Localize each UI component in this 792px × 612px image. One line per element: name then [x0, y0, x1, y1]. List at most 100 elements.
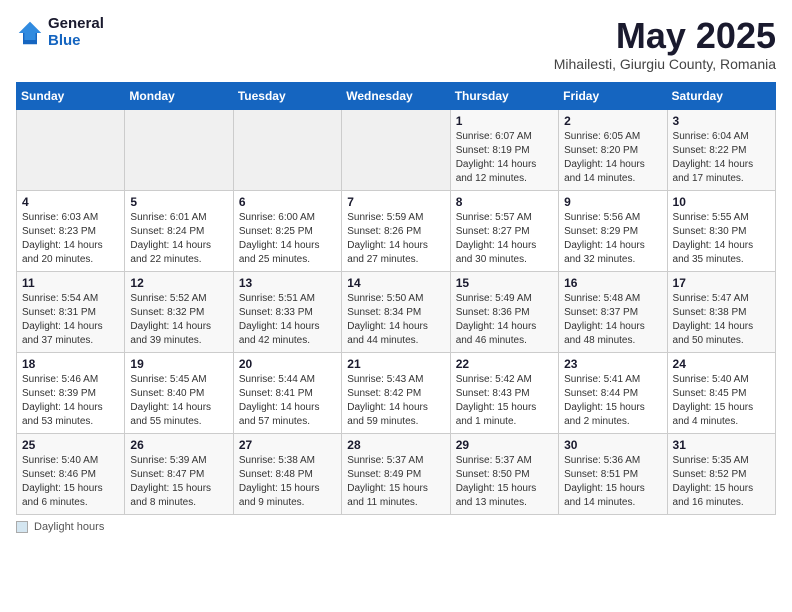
day-info: Sunrise: 6:07 AM Sunset: 8:19 PM Dayligh…: [456, 130, 553, 186]
logo-text: General Blue: [48, 16, 104, 49]
day-info: Sunrise: 5:42 AM Sunset: 8:43 PM Dayligh…: [456, 373, 553, 429]
logo-icon: [16, 19, 44, 47]
calendar-cell: 4 Sunrise: 6:03 AM Sunset: 8:23 PM Daylig…: [17, 190, 125, 271]
calendar-cell: 2 Sunrise: 6:05 AM Sunset: 8:20 PM Daylig…: [559, 109, 667, 190]
day-number: 10: [673, 195, 770, 209]
day-info: Sunrise: 5:54 AM Sunset: 8:31 PM Dayligh…: [22, 292, 119, 348]
month-title: May 2025: [554, 16, 776, 56]
day-number: 30: [564, 438, 661, 452]
day-info: Sunrise: 5:49 AM Sunset: 8:36 PM Dayligh…: [456, 292, 553, 348]
calendar-cell: [233, 109, 341, 190]
calendar-cell: 16 Sunrise: 5:48 AM Sunset: 8:37 PM Dayli…: [559, 271, 667, 352]
calendar-cell: 3Sunrise: 6:04 AM Sunset: 8:22 PM Daylig…: [667, 109, 775, 190]
day-number: 23: [564, 357, 661, 371]
day-info: Sunrise: 6:01 AM Sunset: 8:24 PM Dayligh…: [130, 211, 227, 267]
day-info: Sunrise: 5:40 AM Sunset: 8:45 PM Dayligh…: [673, 373, 770, 429]
calendar-cell: 30 Sunrise: 5:36 AM Sunset: 8:51 PM Dayli…: [559, 433, 667, 514]
calendar-cell: 23Sunrise: 5:41 AM Sunset: 8:44 PM Dayli…: [559, 352, 667, 433]
calendar-cell: 26 Sunrise: 5:39 AM Sunset: 8:47 PM Dayli…: [125, 433, 233, 514]
day-number: 16: [564, 276, 661, 290]
calendar-cell: 1 Sunrise: 6:07 AM Sunset: 8:19 PM Daylig…: [450, 109, 558, 190]
calendar-cell: 22Sunrise: 5:42 AM Sunset: 8:43 PM Dayli…: [450, 352, 558, 433]
calendar-cell: 25Sunrise: 5:40 AM Sunset: 8:46 PM Dayli…: [17, 433, 125, 514]
calendar-cell: 5 Sunrise: 6:01 AM Sunset: 8:24 PM Daylig…: [125, 190, 233, 271]
day-info: Sunrise: 5:35 AM Sunset: 8:52 PM Dayligh…: [673, 454, 770, 510]
calendar-cell: [17, 109, 125, 190]
day-number: 19: [130, 357, 227, 371]
calendar-cell: [125, 109, 233, 190]
day-info: Sunrise: 5:36 AM Sunset: 8:51 PM Dayligh…: [564, 454, 661, 510]
day-number: 24: [673, 357, 770, 371]
calendar-header-row: SundayMondayTuesdayWednesdayThursdayFrid…: [17, 82, 776, 109]
calendar-cell: 21Sunrise: 5:43 AM Sunset: 8:42 PM Dayli…: [342, 352, 450, 433]
calendar-week-0: 1 Sunrise: 6:07 AM Sunset: 8:19 PM Daylig…: [17, 109, 776, 190]
calendar-cell: [342, 109, 450, 190]
day-number: 15: [456, 276, 553, 290]
day-number: 28: [347, 438, 444, 452]
calendar-cell: 7Sunrise: 5:59 AM Sunset: 8:26 PM Daylig…: [342, 190, 450, 271]
day-info: Sunrise: 5:39 AM Sunset: 8:47 PM Dayligh…: [130, 454, 227, 510]
calendar-cell: 27Sunrise: 5:38 AM Sunset: 8:48 PM Dayli…: [233, 433, 341, 514]
day-info: Sunrise: 6:00 AM Sunset: 8:25 PM Dayligh…: [239, 211, 336, 267]
day-info: Sunrise: 5:45 AM Sunset: 8:40 PM Dayligh…: [130, 373, 227, 429]
day-info: Sunrise: 5:37 AM Sunset: 8:50 PM Dayligh…: [456, 454, 553, 510]
day-number: 3: [673, 114, 770, 128]
day-number: 26: [130, 438, 227, 452]
calendar-week-1: 4 Sunrise: 6:03 AM Sunset: 8:23 PM Daylig…: [17, 190, 776, 271]
day-number: 18: [22, 357, 119, 371]
calendar-cell: 10 Sunrise: 5:55 AM Sunset: 8:30 PM Dayli…: [667, 190, 775, 271]
day-info: Sunrise: 5:56 AM Sunset: 8:29 PM Dayligh…: [564, 211, 661, 267]
day-info: Sunrise: 5:50 AM Sunset: 8:34 PM Dayligh…: [347, 292, 444, 348]
title-block: May 2025 Mihailesti, Giurgiu County, Rom…: [554, 16, 776, 72]
day-info: Sunrise: 5:55 AM Sunset: 8:30 PM Dayligh…: [673, 211, 770, 267]
day-info: Sunrise: 5:37 AM Sunset: 8:49 PM Dayligh…: [347, 454, 444, 510]
day-number: 2: [564, 114, 661, 128]
calendar-header-sunday: Sunday: [17, 82, 125, 109]
day-info: Sunrise: 5:48 AM Sunset: 8:37 PM Dayligh…: [564, 292, 661, 348]
day-info: Sunrise: 5:51 AM Sunset: 8:33 PM Dayligh…: [239, 292, 336, 348]
subtitle: Mihailesti, Giurgiu County, Romania: [554, 56, 776, 72]
calendar-header-monday: Monday: [125, 82, 233, 109]
day-number: 17: [673, 276, 770, 290]
calendar-cell: 29Sunrise: 5:37 AM Sunset: 8:50 PM Dayli…: [450, 433, 558, 514]
day-info: Sunrise: 6:05 AM Sunset: 8:20 PM Dayligh…: [564, 130, 661, 186]
day-info: Sunrise: 5:57 AM Sunset: 8:27 PM Dayligh…: [456, 211, 553, 267]
calendar-cell: 18 Sunrise: 5:46 AM Sunset: 8:39 PM Dayli…: [17, 352, 125, 433]
day-number: 7: [347, 195, 444, 209]
day-number: 11: [22, 276, 119, 290]
day-info: Sunrise: 5:47 AM Sunset: 8:38 PM Dayligh…: [673, 292, 770, 348]
day-number: 4: [22, 195, 119, 209]
header: General Blue May 2025 Mihailesti, Giurgi…: [16, 16, 776, 72]
calendar-cell: 15 Sunrise: 5:49 AM Sunset: 8:36 PM Dayli…: [450, 271, 558, 352]
day-info: Sunrise: 5:52 AM Sunset: 8:32 PM Dayligh…: [130, 292, 227, 348]
calendar-week-3: 18 Sunrise: 5:46 AM Sunset: 8:39 PM Dayli…: [17, 352, 776, 433]
day-number: 5: [130, 195, 227, 209]
day-info: Sunrise: 5:46 AM Sunset: 8:39 PM Dayligh…: [22, 373, 119, 429]
day-number: 31: [673, 438, 770, 452]
day-number: 12: [130, 276, 227, 290]
calendar-header-friday: Friday: [559, 82, 667, 109]
day-number: 1: [456, 114, 553, 128]
footer-dot: [16, 521, 28, 533]
calendar-cell: 12 Sunrise: 5:52 AM Sunset: 8:32 PM Dayli…: [125, 271, 233, 352]
calendar-cell: 19 Sunrise: 5:45 AM Sunset: 8:40 PM Dayli…: [125, 352, 233, 433]
day-info: Sunrise: 5:38 AM Sunset: 8:48 PM Dayligh…: [239, 454, 336, 510]
calendar-cell: 8Sunrise: 5:57 AM Sunset: 8:27 PM Daylig…: [450, 190, 558, 271]
day-info: Sunrise: 5:44 AM Sunset: 8:41 PM Dayligh…: [239, 373, 336, 429]
day-number: 9: [564, 195, 661, 209]
calendar-cell: 13 Sunrise: 5:51 AM Sunset: 8:33 PM Dayli…: [233, 271, 341, 352]
day-number: 14: [347, 276, 444, 290]
day-number: 6: [239, 195, 336, 209]
calendar-cell: 11 Sunrise: 5:54 AM Sunset: 8:31 PM Dayli…: [17, 271, 125, 352]
footer-note: Daylight hours: [16, 521, 776, 533]
calendar-header-wednesday: Wednesday: [342, 82, 450, 109]
day-info: Sunrise: 6:03 AM Sunset: 8:23 PM Dayligh…: [22, 211, 119, 267]
day-info: Sunrise: 5:43 AM Sunset: 8:42 PM Dayligh…: [347, 373, 444, 429]
logo: General Blue: [16, 16, 104, 49]
calendar-table: SundayMondayTuesdayWednesdayThursdayFrid…: [16, 82, 776, 515]
day-number: 13: [239, 276, 336, 290]
day-number: 20: [239, 357, 336, 371]
calendar-cell: 9 Sunrise: 5:56 AM Sunset: 8:29 PM Daylig…: [559, 190, 667, 271]
calendar-cell: 24 Sunrise: 5:40 AM Sunset: 8:45 PM Dayli…: [667, 352, 775, 433]
logo-blue: Blue: [48, 33, 104, 50]
